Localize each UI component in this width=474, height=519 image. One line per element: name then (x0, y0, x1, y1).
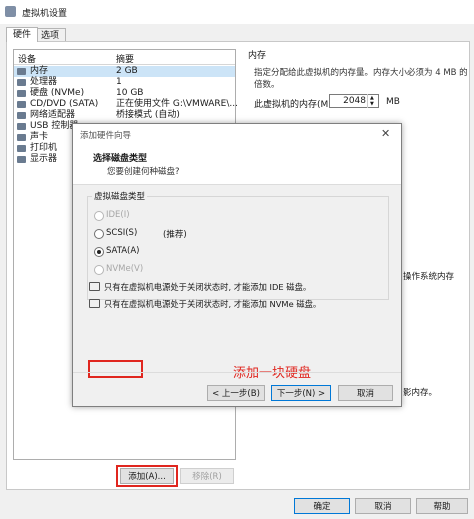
recommended-note: (推荐) (163, 230, 187, 240)
device-row-memory[interactable]: 内存 2 GB (14, 66, 235, 77)
usb-icon (17, 123, 26, 130)
device-table-header: 设备 摘要 (14, 50, 235, 65)
wizard-heading: 选择磁盘类型 (93, 154, 148, 164)
device-row-cdrom[interactable]: CD/DVD (SATA) 正在使用文件 G:\VMWARE\... (14, 99, 238, 110)
memory-note-fragment: 操作系统内存 (403, 272, 455, 282)
memory-description: 指定分配给此虚拟机的内存量。内存大小必须为 4 MB 的倍数。 (254, 68, 468, 90)
memory-field-label: 此虚拟机的内存(M): (254, 100, 335, 110)
spin-down-icon: ▼ (370, 101, 374, 107)
close-icon[interactable]: ✕ (381, 127, 390, 140)
back-button[interactable]: < 上一步(B) (207, 385, 265, 401)
info-icon (89, 282, 100, 291)
sound-icon (17, 134, 26, 141)
column-summary: 摘要 (116, 55, 135, 65)
memory-note-fragment-2: 影内存。 (403, 388, 438, 398)
add-hardware-wizard: 添加硬件向导 ✕ 选择磁盘类型 您要创建何种磁盘? 虚拟磁盘类型 IDE(I) … (72, 123, 402, 407)
sata-highlight-box (88, 360, 143, 378)
memory-group-label: 内存 (248, 51, 267, 61)
tab-strip: 硬件 选项 (0, 24, 474, 43)
radio-scsi[interactable] (94, 229, 104, 239)
column-device: 设备 (18, 55, 37, 65)
memory-spinner[interactable]: ▲ ▼ (367, 94, 379, 108)
window-title: 虚拟机设置 (22, 9, 68, 19)
vm-settings-window: 虚拟机设置 硬件 选项 设备 摘要 内存 2 GB 处理器 1 硬盘 (NVMe… (0, 0, 474, 519)
radio-sata[interactable] (94, 247, 104, 257)
title-bar: 虚拟机设置 (0, 0, 474, 24)
wizard-title: 添加硬件向导 (80, 131, 132, 141)
device-row-network[interactable]: 网络适配器 桥接模式 (自动) (14, 110, 235, 121)
wizard-cancel-button[interactable]: 取消 (338, 385, 393, 401)
footer-bar: 确定 取消 帮助 (0, 490, 474, 519)
cpu-icon (17, 79, 26, 86)
printer-icon (17, 145, 26, 152)
cancel-button[interactable]: 取消 (355, 498, 411, 514)
device-row-disk[interactable]: 硬盘 (NVMe) 10 GB (14, 88, 235, 99)
next-button[interactable]: 下一步(N) > (271, 385, 331, 401)
help-button[interactable]: 帮助 (416, 498, 468, 514)
wizard-title-bar: 添加硬件向导 ✕ (73, 124, 401, 144)
radio-nvme[interactable] (94, 265, 104, 275)
remove-device-button[interactable]: 移除(R) (180, 468, 234, 484)
radio-ide[interactable] (94, 211, 104, 221)
wizard-separator (73, 372, 401, 373)
memory-icon (17, 68, 26, 75)
monitor-icon (17, 156, 26, 163)
device-row-cpu[interactable]: 处理器 1 (14, 77, 235, 88)
network-icon (17, 112, 26, 119)
memory-unit: MB (386, 97, 400, 107)
radio-sata-label: SATA(A) (106, 246, 140, 256)
cdrom-icon (17, 101, 26, 108)
ok-button[interactable]: 确定 (294, 498, 350, 514)
tab-hardware[interactable]: 硬件 (6, 27, 39, 42)
disk-icon (17, 90, 26, 97)
app-icon (5, 6, 16, 17)
radio-ide-label: IDE(I) (106, 210, 130, 220)
add-button-highlight-box (116, 465, 178, 487)
disk-type-group-label: 虚拟磁盘类型 (92, 190, 148, 202)
info-icon (89, 299, 100, 308)
radio-scsi-label: SCSI(S) (106, 228, 138, 238)
wizard-subheading: 您要创建何种磁盘? (107, 167, 180, 177)
wizard-header: 选择磁盘类型 您要创建何种磁盘? (73, 144, 401, 185)
radio-nvme-label: NVMe(V) (106, 264, 144, 274)
